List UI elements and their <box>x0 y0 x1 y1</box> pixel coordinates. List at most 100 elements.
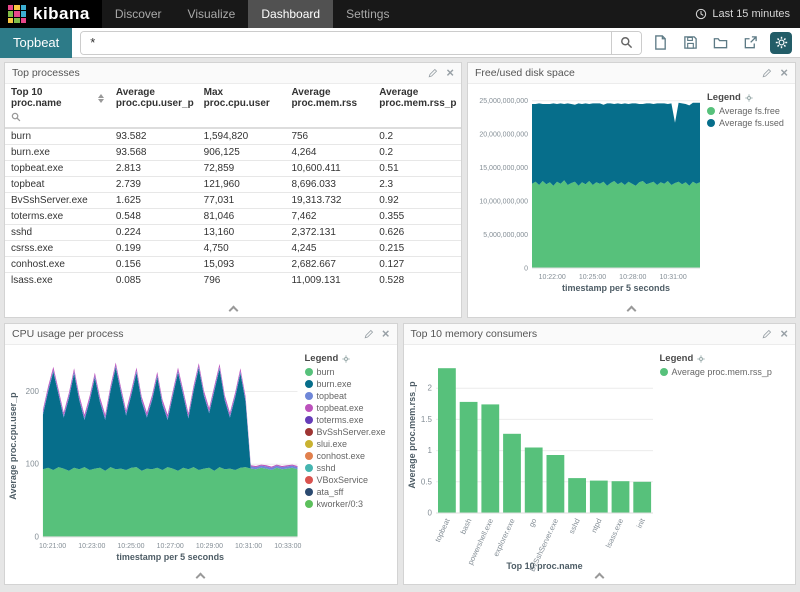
column-header-proc-name[interactable]: Top 10 proc.name <box>5 84 110 128</box>
legend-list: burn burn.exe topbeat topbeat.exe toterms.ex… <box>305 367 393 509</box>
metric-cell: 4,750 <box>198 241 286 257</box>
query-toolbar: Topbeat <box>0 28 800 58</box>
column-label: Top 10 proc.name <box>11 87 94 109</box>
column-header-avg-cpu[interactable]: Average proc.cpu.user_p <box>110 84 198 128</box>
legend-item[interactable]: burn <box>305 367 393 377</box>
legend-item[interactable]: BvSshServer.exe <box>305 427 393 437</box>
remove-panel-icon[interactable]: × <box>780 329 788 339</box>
proc-name-cell: burn.exe <box>5 145 110 161</box>
svg-text:1: 1 <box>427 446 432 455</box>
svg-text:10:25:00: 10:25:00 <box>117 543 144 550</box>
time-picker[interactable]: Last 15 minutes <box>685 0 800 28</box>
query-search-box <box>80 31 642 55</box>
sort-icon[interactable] <box>98 94 104 103</box>
collapse-panel-button[interactable] <box>219 304 247 315</box>
share-icon <box>743 35 758 50</box>
search-button[interactable] <box>611 32 641 54</box>
dashboard-options-button[interactable] <box>770 32 792 54</box>
time-filter-label: Last 15 minutes <box>712 8 790 20</box>
legend-color-dot <box>660 368 668 376</box>
metric-cell: 0.51 <box>373 161 461 177</box>
gear-icon <box>775 36 788 49</box>
legend-label: BvSshServer.exe <box>317 427 386 437</box>
svg-text:25,000,000,000: 25,000,000,000 <box>479 98 528 105</box>
svg-text:10:31:00: 10:31:00 <box>659 274 686 281</box>
legend-label: topbeat <box>317 391 347 401</box>
edit-panel-icon[interactable] <box>364 329 374 339</box>
legend-item[interactable]: VBoxService <box>305 475 393 485</box>
share-dashboard-button[interactable] <box>740 33 760 53</box>
legend-item[interactable]: sshd <box>305 463 393 473</box>
metric-cell: 0.548 <box>110 209 198 225</box>
column-search-icon[interactable] <box>11 112 104 125</box>
legend-item[interactable]: ata_sff <box>305 487 393 497</box>
legend-label: conhost.exe <box>317 451 366 461</box>
legend-title: Legend <box>305 353 339 364</box>
svg-text:sshd: sshd <box>566 517 581 535</box>
legend-item[interactable]: toterms.exe <box>305 415 393 425</box>
svg-text:Top 10 proc.name: Top 10 proc.name <box>506 561 582 571</box>
svg-text:10:25:00: 10:25:00 <box>579 274 606 281</box>
legend-item[interactable]: Average proc.mem.rss_p <box>660 367 780 377</box>
panel-header: Free/used disk space × <box>468 63 795 84</box>
svg-text:1.5: 1.5 <box>420 415 432 424</box>
legend-toggle[interactable]: Legend <box>305 353 393 364</box>
metric-cell: 0.215 <box>373 241 461 257</box>
kibana-brand[interactable]: kibana <box>0 0 102 28</box>
panel-body: Top 10 proc.name Average proc.cpu.user_p… <box>5 84 461 317</box>
legend-color-dot <box>305 452 313 460</box>
panel-body: 00.511.52topbeatbashpowershell.exeexplor… <box>404 345 796 584</box>
collapse-panel-button[interactable] <box>187 571 215 582</box>
legend-item[interactable]: Average fs.used <box>707 118 789 128</box>
save-icon <box>683 35 698 50</box>
nav-visualize[interactable]: Visualize <box>175 0 249 28</box>
column-header-avg-mem-p[interactable]: Average proc.mem.rss_p <box>373 84 461 128</box>
metric-cell: 1,594,820 <box>198 128 286 145</box>
remove-panel-icon[interactable]: × <box>446 68 454 78</box>
nav-discover[interactable]: Discover <box>102 0 175 28</box>
metric-cell: 72,859 <box>198 161 286 177</box>
legend-item[interactable]: conhost.exe <box>305 451 393 461</box>
legend-item[interactable]: topbeat.exe <box>305 403 393 413</box>
remove-panel-icon[interactable]: × <box>382 329 390 339</box>
legend-item[interactable]: topbeat <box>305 391 393 401</box>
svg-text:100: 100 <box>26 460 40 469</box>
load-dashboard-button[interactable] <box>710 33 730 53</box>
save-dashboard-button[interactable] <box>680 33 700 53</box>
collapse-panel-button[interactable] <box>618 304 646 315</box>
svg-text:10:29:00: 10:29:00 <box>196 543 223 550</box>
metric-cell: 0.92 <box>373 193 461 209</box>
edit-panel-icon[interactable] <box>428 68 438 78</box>
remove-panel-icon[interactable]: × <box>780 68 788 78</box>
panel-body: 05,000,000,00010,000,000,00015,000,000,0… <box>468 84 795 317</box>
column-header-avg-mem[interactable]: Average proc.mem.rss <box>285 84 373 128</box>
table-row: sshd0.22413,1602,372.1310.626 <box>5 225 461 241</box>
proc-name-cell: BvSshServer.exe <box>5 193 110 209</box>
query-input[interactable] <box>81 32 611 54</box>
metric-cell: 11,009.131 <box>285 273 373 289</box>
collapse-panel-button[interactable] <box>585 571 613 582</box>
metric-cell: 4,245 <box>285 241 373 257</box>
column-header-max-cpu[interactable]: Max proc.cpu.user <box>198 84 286 128</box>
nav-dashboard[interactable]: Dashboard <box>248 0 333 28</box>
legend-settings-icon <box>342 355 350 363</box>
legend-item[interactable]: kworker/0:3 <box>305 499 393 509</box>
proc-name-cell: csrss.exe <box>5 241 110 257</box>
proc-name-cell: topbeat.exe <box>5 161 110 177</box>
edit-panel-icon[interactable] <box>762 68 772 78</box>
metric-cell: 0.224 <box>110 225 198 241</box>
top-navbar: kibana Discover Visualize Dashboard Sett… <box>0 0 800 28</box>
metric-cell: 2,682.667 <box>285 257 373 273</box>
metric-cell: 0.127 <box>373 257 461 273</box>
legend-toggle[interactable]: Legend <box>660 353 780 364</box>
legend-label: sshd <box>317 463 336 473</box>
legend-toggle[interactable]: Legend <box>707 92 789 103</box>
svg-text:0: 0 <box>524 266 528 273</box>
legend-item[interactable]: slui.exe <box>305 439 393 449</box>
new-dashboard-button[interactable] <box>650 33 670 53</box>
legend-item[interactable]: burn.exe <box>305 379 393 389</box>
table-row: topbeat2.739121,9608,696.0332.3 <box>5 177 461 193</box>
legend-item[interactable]: Average fs.free <box>707 106 789 116</box>
nav-settings[interactable]: Settings <box>333 0 402 28</box>
edit-panel-icon[interactable] <box>762 329 772 339</box>
